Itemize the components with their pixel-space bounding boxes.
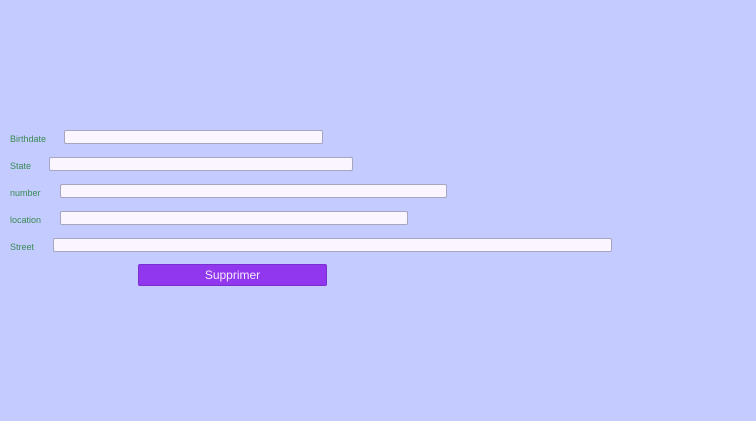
delete-button[interactable]: Supprimer <box>138 264 327 286</box>
state-field[interactable] <box>49 157 353 171</box>
birthdate-label: Birthdate <box>10 134 47 144</box>
number-label: number <box>10 188 41 198</box>
street-label: Street <box>10 242 35 252</box>
number-field[interactable] <box>60 184 447 198</box>
state-label: State <box>10 161 32 171</box>
birthdate-field[interactable] <box>64 130 323 144</box>
street-field[interactable] <box>53 238 612 252</box>
location-field[interactable] <box>60 211 408 225</box>
location-label: location <box>10 215 42 225</box>
